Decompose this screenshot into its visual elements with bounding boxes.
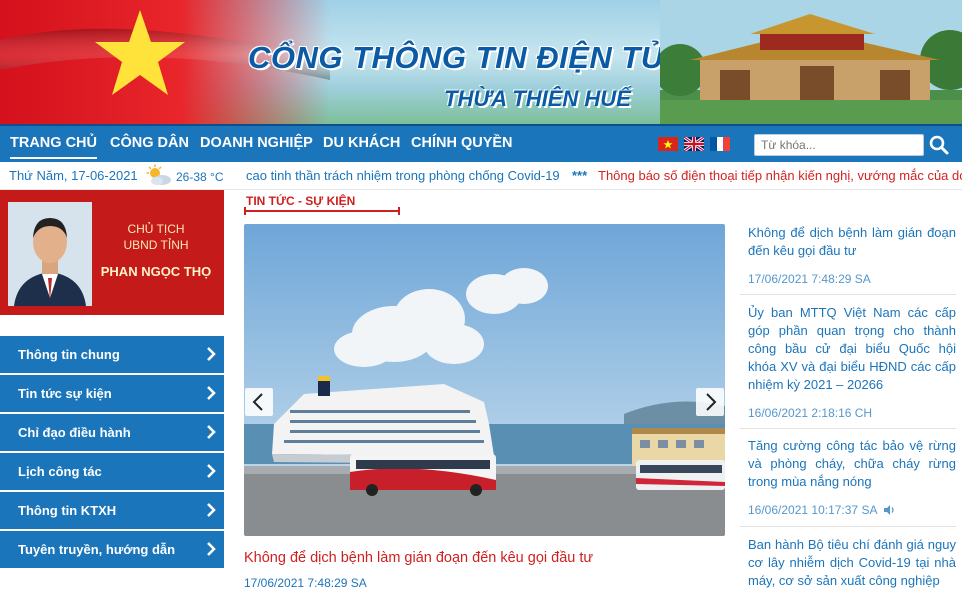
sidebar-item-label: Tin tức sự kiện	[18, 386, 112, 401]
news-item-time: 16/06/2021 10:17:37 SA	[748, 503, 877, 517]
current-date: Thứ Năm, 17-06-2021	[9, 168, 138, 183]
sidebar-item-socioeconomic-info[interactable]: Thông tin KTXH	[0, 492, 224, 529]
ticker-separator: ***	[572, 168, 588, 183]
news-item-time-row: 16/06/2021 10:17:37 SA	[748, 503, 956, 517]
news-item: Không để dịch bệnh làm gián đoạn đến kêu…	[748, 224, 956, 286]
nav-tourist[interactable]: DU KHÁCH	[323, 135, 400, 151]
news-item: Ban hành Bộ tiêu chí đánh giá nguy cơ lâ…	[748, 536, 956, 590]
featured-news-time: 17/06/2021 7:48:29 SA	[244, 576, 367, 590]
sidebar-item-directives[interactable]: Chỉ đạo điều hành	[0, 414, 224, 451]
news-divider	[740, 428, 956, 429]
featured-news-title[interactable]: Không để dịch bệnh làm gián đoạn đến kêu…	[244, 550, 593, 566]
vietnamese-flag-icon[interactable]	[658, 137, 678, 151]
chevron-right-icon	[207, 542, 216, 556]
sidebar-menu: Thông tin chung Tin tức sự kiện Chỉ đạo …	[0, 336, 224, 570]
site-title-main: CỔNG THÔNG TIN ĐIỆN TỬ	[248, 40, 667, 75]
nav-government[interactable]: CHÍNH QUYỀN	[411, 135, 513, 151]
news-item-time: 17/06/2021 7:48:29 SA	[748, 272, 871, 286]
search-icon[interactable]	[928, 134, 950, 156]
section-title[interactable]: TIN TỨC - SỰ KIỆN	[246, 194, 355, 208]
leader-portrait	[8, 202, 92, 306]
featured-news-image[interactable]	[244, 224, 725, 536]
site-title-sub: THỪA THIÊN HUẾ	[444, 86, 631, 111]
news-item: Ủy ban MTTQ Việt Nam các cấp góp phần qu…	[748, 304, 956, 420]
hue-citadel-image	[660, 0, 962, 124]
audio-speaker-icon[interactable]	[884, 505, 896, 515]
sidebar-item-news-events[interactable]: Tin tức sự kiện	[0, 375, 224, 412]
sidebar-item-propaganda-guidance[interactable]: Tuyên truyền, hướng dẫn	[0, 531, 224, 568]
leader-title-line2: UBND TỈNH	[123, 238, 189, 252]
header-banner: CỔNG THÔNG TIN ĐIỆN TỬ THỪA THIÊN HUẾ	[0, 0, 962, 124]
nav-citizen[interactable]: CÔNG DÂN	[110, 135, 189, 151]
site-title[interactable]: CỔNG THÔNG TIN ĐIỆN TỬ THỪA THIÊN HUẾ	[248, 14, 668, 114]
section-title-underline	[244, 207, 400, 215]
news-divider	[740, 526, 956, 527]
chevron-right-icon	[207, 347, 216, 361]
news-divider	[740, 294, 956, 295]
news-item-title[interactable]: Tăng cường công tác bảo vệ rừng và phòng…	[748, 437, 956, 491]
info-bar: Thứ Năm, 17-06-2021 26-38 °C cao tinh th…	[0, 162, 962, 190]
chevron-right-icon	[207, 425, 216, 439]
sidebar-item-label: Thông tin KTXH	[18, 503, 117, 518]
sidebar-item-label: Tuyên truyền, hướng dẫn	[18, 542, 176, 557]
chevron-right-icon	[207, 464, 216, 478]
weather-sun-cloud-icon	[146, 164, 171, 185]
sidebar-item-work-schedule[interactable]: Lịch công tác	[0, 453, 224, 490]
leader-name: PHAN NGỌC THỌ	[100, 264, 212, 279]
chevron-right-icon	[207, 503, 216, 517]
chevron-right-icon	[706, 393, 717, 411]
news-ticker-item[interactable]: Thông báo số điện thoại tiếp nhận kiến n…	[598, 168, 962, 183]
sidebar-item-general-info[interactable]: Thông tin chung	[0, 336, 224, 373]
leader-card[interactable]: CHỦ TỊCH UBND TỈNH PHAN NGỌC THỌ	[0, 190, 224, 315]
news-item-title[interactable]: Ban hành Bộ tiêu chí đánh giá nguy cơ lâ…	[748, 536, 956, 590]
chevron-right-icon	[207, 386, 216, 400]
slider-prev-button[interactable]	[245, 388, 273, 416]
uk-flag-icon[interactable]	[684, 137, 704, 151]
french-flag-icon[interactable]	[710, 137, 730, 151]
sidebar-item-label: Lịch công tác	[18, 464, 102, 479]
news-item: Tăng cường công tác bảo vệ rừng và phòng…	[748, 437, 956, 517]
temperature: 26-38 °C	[176, 170, 224, 184]
search-input[interactable]	[754, 134, 924, 156]
leader-title-line1: CHỦ TỊCH	[127, 222, 185, 236]
nav-home[interactable]: TRANG CHỦ	[10, 135, 97, 159]
news-item-time: 16/06/2021 2:18:16 CH	[748, 406, 873, 420]
slider-next-button[interactable]	[696, 388, 724, 416]
news-item-title[interactable]: Ủy ban MTTQ Việt Nam các cấp góp phần qu…	[748, 304, 956, 394]
news-item-title[interactable]: Không để dịch bệnh làm gián đoạn đến kêu…	[748, 224, 956, 260]
main-nav: TRANG CHỦ CÔNG DÂN DOANH NGHIỆP DU KHÁCH…	[0, 124, 962, 162]
nav-business[interactable]: DOANH NGHIỆP	[200, 135, 313, 151]
sidebar-item-label: Thông tin chung	[18, 347, 120, 362]
news-ticker-item[interactable]: cao tinh thần trách nhiệm trong phòng ch…	[246, 168, 560, 183]
chevron-left-icon	[252, 393, 263, 411]
sidebar-item-label: Chỉ đạo điều hành	[18, 425, 131, 440]
